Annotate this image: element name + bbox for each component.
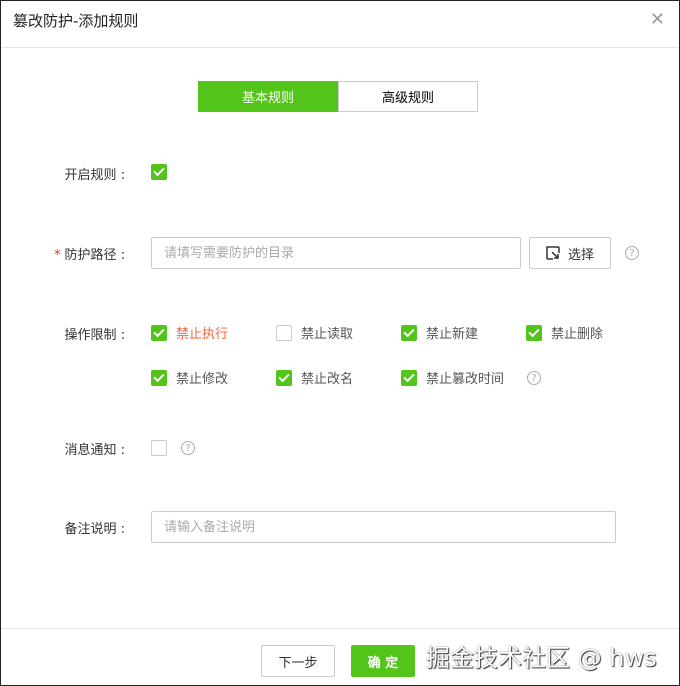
option-label: 禁止删除 [551,327,604,342]
help-icon[interactable]: ? [181,441,195,455]
option-no-tamper-time[interactable]: 禁止篡改时间 [401,368,504,387]
remark-label: 备注说明 : [64,522,125,537]
path-label: * 防护路径 : [1,244,125,263]
dialog-title: 篡改防护-添加规则 [13,12,139,30]
notify-checkbox[interactable] [151,440,167,456]
option-label: 禁止读取 [301,327,354,342]
option-no-modify[interactable]: 禁止修改 [151,368,228,387]
checkbox[interactable] [401,324,417,341]
select-button-label: 选择 [567,247,594,263]
path-input[interactable] [151,237,521,269]
confirm-button[interactable]: 确 定 [351,645,415,677]
tab-basic-rules[interactable]: 基本规则 [198,81,338,112]
option-no-rename[interactable]: 禁止改名 [276,368,353,387]
option-label: 禁止修改 [176,372,229,387]
checkbox[interactable] [526,324,542,341]
dialog: 篡改防护-添加规则 ✕ 基本规则 高级规则 开启规则 : *防护路径 : 选择 … [0,0,680,686]
required-mark: * [53,248,61,263]
path-label-text: 防护路径 : [64,248,125,263]
option-label: 禁止篡改时间 [426,372,505,387]
enable-label: 开启规则 : [64,168,125,183]
restrict-label: 操作限制 : [64,328,125,343]
option-no-read[interactable]: 禁止读取 [276,323,353,342]
watermark: 掘金技术社区 @ hws [426,644,657,672]
option-label: 禁止执行 [176,327,229,342]
checkbox[interactable] [276,369,292,386]
enable-checkbox[interactable] [151,164,167,180]
checkbox[interactable] [151,369,167,386]
next-step-button[interactable]: 下一步 [261,645,335,677]
help-icon[interactable]: ? [527,371,541,385]
option-no-delete[interactable]: 禁止删除 [526,323,603,342]
select-dir-icon [546,246,560,260]
help-icon[interactable]: ? [625,246,639,260]
option-no-exec[interactable]: 禁止执行 [151,323,228,342]
option-no-create[interactable]: 禁止新建 [401,323,478,342]
remark-input[interactable] [151,511,616,543]
footer-divider [1,628,679,629]
checkbox[interactable] [151,324,167,341]
checkbox[interactable] [276,324,292,341]
tab-advanced-rules[interactable]: 高级规则 [338,81,478,112]
select-button[interactable]: 选择 [529,237,611,269]
notify-label: 消息通知 : [64,443,125,458]
option-label: 禁止新建 [426,327,479,342]
close-icon[interactable]: ✕ [650,9,665,30]
checkbox[interactable] [401,369,417,386]
option-label: 禁止改名 [301,372,354,387]
divider [1,47,679,48]
